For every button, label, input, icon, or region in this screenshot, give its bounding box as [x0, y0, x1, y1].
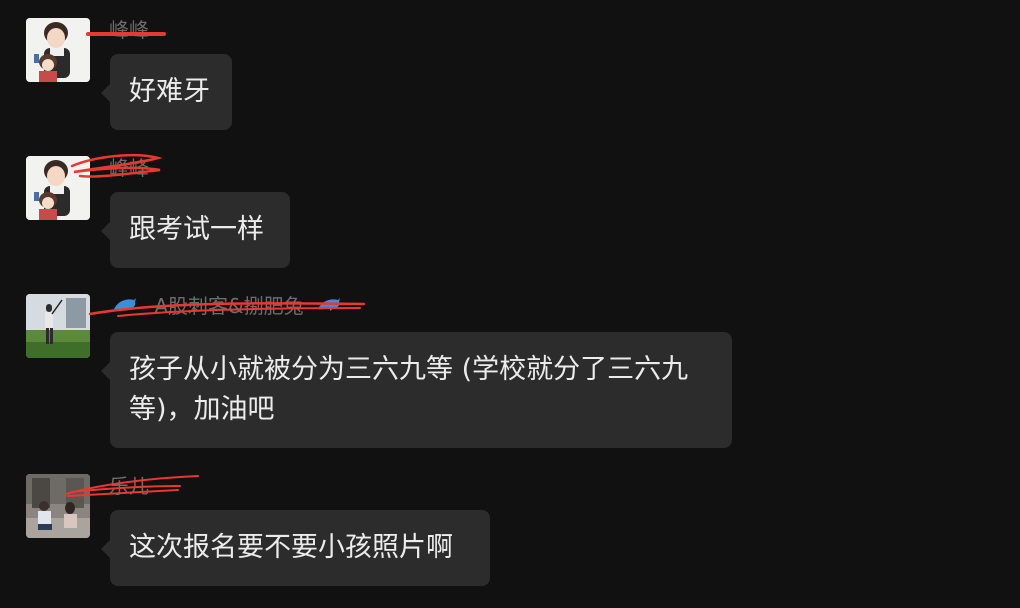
sender-avatar[interactable]	[26, 294, 90, 358]
sender-avatar[interactable]	[26, 18, 90, 82]
chat-message-list[interactable]: 峰峰 好难牙 峰峰 跟考试一样 A股刺客&捌肥兔 孩子从小就被分为三六九等 (学…	[0, 0, 1020, 608]
message-text: 这次报名要不要小孩照片啊	[129, 532, 453, 563]
sender-name: 峰峰	[109, 18, 149, 42]
sender-name: A股刺客&捌肥兔	[112, 294, 342, 318]
anime-couple-avatar-icon	[26, 156, 90, 220]
sender-avatar[interactable]	[26, 474, 90, 538]
golfer-avatar-icon	[26, 294, 90, 358]
message-bubble[interactable]: 跟考试一样	[101, 192, 290, 268]
chat-message: 乐儿 这次报名要不要小孩照片啊	[26, 474, 506, 586]
anime-couple-avatar-icon	[26, 18, 90, 82]
sender-name: 峰峰	[109, 156, 149, 180]
message-text: 跟考试一样	[129, 214, 264, 245]
message-text-line: 等)，加油吧	[129, 394, 275, 425]
chat-message: 峰峰 好难牙	[26, 18, 326, 130]
message-bubble[interactable]: 这次报名要不要小孩照片啊	[101, 510, 490, 586]
message-bubble[interactable]: 孩子从小就被分为三六九等 (学校就分了三六九 等)，加油吧	[101, 332, 732, 448]
dolphin-icon	[316, 295, 342, 315]
dolphin-icon	[112, 295, 138, 315]
message-bubble[interactable]: 好难牙	[101, 54, 232, 130]
message-text-line: 孩子从小就被分为三六九等 (学校就分了三六九	[129, 354, 689, 385]
chat-message: A股刺客&捌肥兔 孩子从小就被分为三六九等 (学校就分了三六九 等)，加油吧	[26, 294, 746, 448]
message-text: 好难牙	[129, 76, 210, 107]
sender-avatar[interactable]	[26, 156, 90, 220]
sender-name: 乐儿	[109, 474, 149, 498]
couple-photo-avatar-icon	[26, 474, 90, 538]
chat-message: 峰峰 跟考试一样	[26, 153, 326, 268]
